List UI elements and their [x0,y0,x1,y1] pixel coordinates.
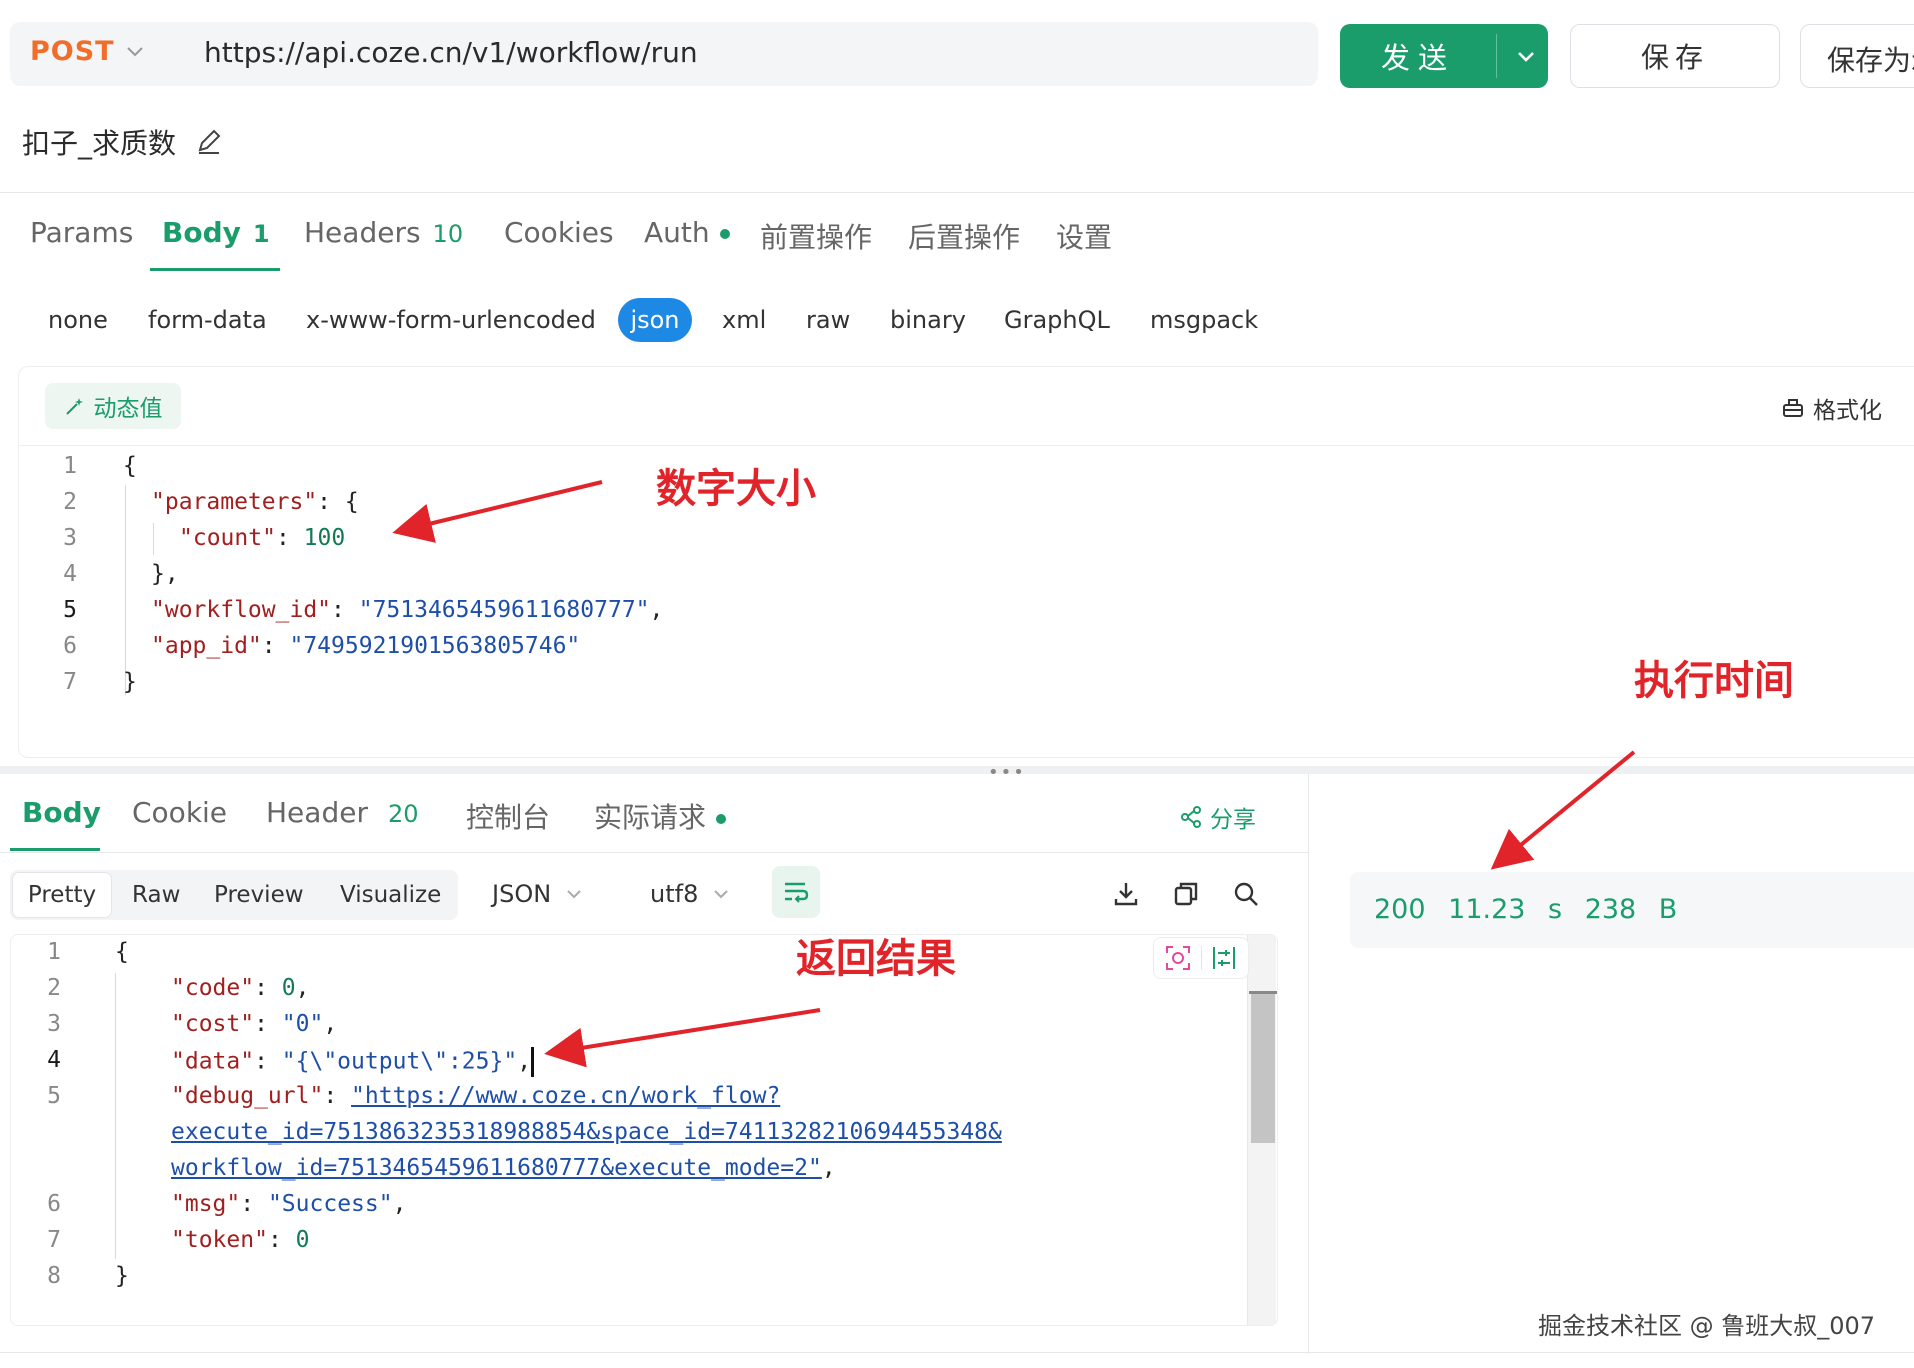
annotation-arrows [392,480,1636,1068]
arrow-to-count [392,480,603,543]
divider [0,1352,1914,1353]
arrow-to-time [1490,750,1636,870]
watermark: 掘金技术社区 @ 鲁班大叔_007 [1538,1312,1876,1340]
arrow-to-output [544,1008,821,1068]
